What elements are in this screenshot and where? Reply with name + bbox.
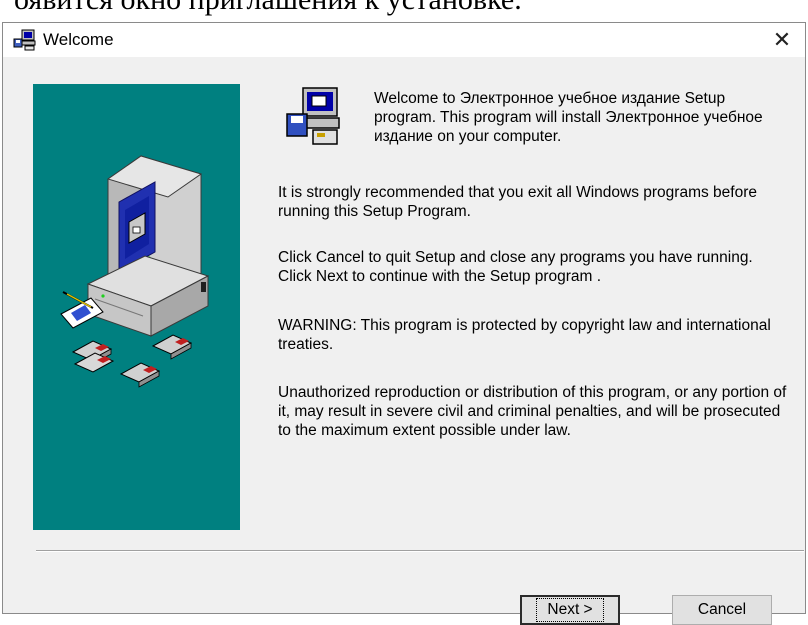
computer-illustration: [60, 155, 210, 388]
setup-welcome-dialog: Welcome ✕ Welcome to Электронное учебное…: [2, 22, 806, 625]
setup-program-icon: [286, 87, 340, 145]
instruction-text: Click Cancel to quit Setup and close any…: [278, 249, 753, 285]
diskette-illustration-3: [119, 362, 161, 388]
setup-illustration-panel: [33, 84, 240, 530]
diskette-illustration-2: [151, 334, 193, 360]
window-title: Welcome: [43, 30, 114, 49]
legal-notice-text: Unauthorized reproduction or distributio…: [278, 384, 787, 439]
document-heading-fragment: оявится окно приглашения к установке.: [0, 0, 808, 22]
cancel-button[interactable]: Cancel: [672, 595, 772, 625]
cancel-button-label: Cancel: [697, 601, 747, 618]
diskette-illustration: [71, 340, 115, 373]
next-button-label: Next >: [536, 598, 604, 622]
close-icon: ✕: [772, 27, 792, 52]
title-bar[interactable]: Welcome ✕: [3, 23, 805, 57]
close-button[interactable]: ✕: [759, 23, 805, 57]
recommendation-text: It is strongly recommended that you exit…: [278, 184, 757, 220]
document-heading-text: оявится окно приглашения к установке.: [14, 0, 522, 17]
welcome-text: Welcome to Электронное учебное издание S…: [374, 90, 763, 145]
warning-text: WARNING: This program is protected by co…: [278, 317, 771, 353]
next-button[interactable]: Next >: [520, 595, 620, 625]
setup-computer-icon: [13, 29, 36, 51]
button-separator: [36, 550, 804, 552]
